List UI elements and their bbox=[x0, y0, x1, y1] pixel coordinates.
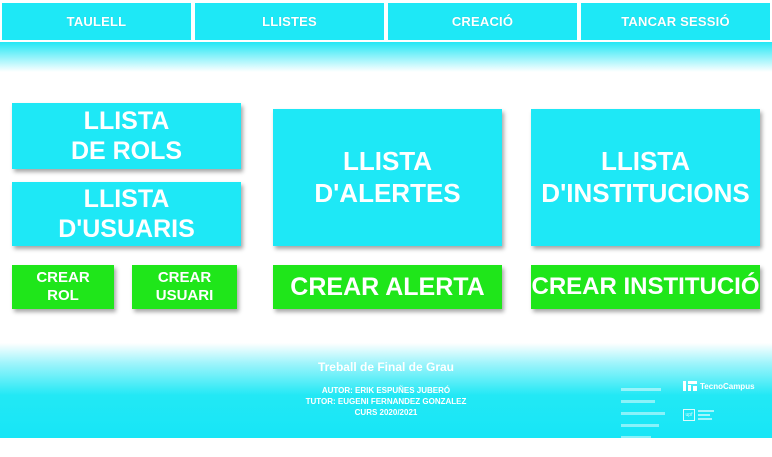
footer-title: Treball de Final de Grau bbox=[317, 360, 455, 374]
crear-institucio-button[interactable]: CREAR INSTITUCIÓ bbox=[531, 265, 760, 309]
crear-rol-button[interactable]: CREAR ROL bbox=[12, 265, 114, 309]
upf-logo-icon: upf bbox=[683, 409, 695, 421]
llista-usuaris-button[interactable]: LLISTA D'USUARIS bbox=[12, 182, 241, 246]
footer-address-block bbox=[621, 382, 681, 457]
crear-usuari-button[interactable]: CREAR USUARI bbox=[132, 265, 237, 309]
nav-item-llistes[interactable]: LLISTES bbox=[195, 3, 384, 40]
nav-item-creacio[interactable]: CREACIÓ bbox=[388, 3, 577, 40]
top-navigation: TAULELL LLISTES CREACIÓ TANCAR SESSIÓ bbox=[0, 0, 772, 42]
header-gradient-band bbox=[0, 42, 772, 72]
llista-rols-button[interactable]: LLISTA DE ROLS bbox=[12, 103, 241, 169]
crear-alerta-button[interactable]: CREAR ALERTA bbox=[273, 265, 502, 309]
tecnocampus-logo-icon bbox=[683, 381, 697, 391]
tecnocampus-logo: TecnoCampus bbox=[683, 381, 755, 391]
upf-logo: upf bbox=[683, 409, 714, 421]
nav-item-taulell[interactable]: TAULELL bbox=[2, 3, 191, 40]
llista-institucions-button[interactable]: LLISTA D'INSTITUCIONS bbox=[531, 109, 760, 246]
llista-alertes-button[interactable]: LLISTA D'ALERTES bbox=[273, 109, 502, 246]
tecnocampus-logo-text: TecnoCampus bbox=[700, 381, 755, 391]
nav-item-tancar-sessio[interactable]: TANCAR SESSIÓ bbox=[581, 3, 770, 40]
